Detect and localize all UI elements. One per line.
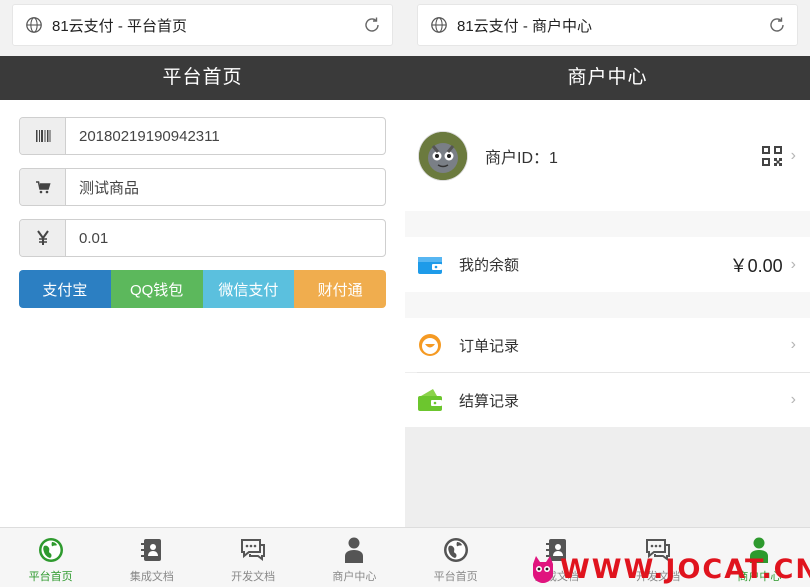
tab-label: 开发文档 xyxy=(231,571,276,583)
chevron-right-icon: › xyxy=(790,391,796,408)
tab-label: 商户中心 xyxy=(332,571,377,583)
cat-logo-icon xyxy=(533,556,553,583)
page-title: 81云支付 - 平台首页 xyxy=(52,17,188,35)
settlement-records-row[interactable]: 结算记录 › xyxy=(405,373,810,427)
reload-icon[interactable] xyxy=(362,15,382,35)
order-number-field[interactable]: 20180219190942311 xyxy=(19,117,386,155)
tab-merchant-center[interactable]: 商户中心 xyxy=(304,528,405,587)
app-header: 商户中心 xyxy=(405,56,810,100)
chevron-right-icon: › xyxy=(790,255,796,273)
tab-label: 集成文档 xyxy=(129,571,174,583)
payment-methods: 支付宝 QQ钱包 微信支付 财付通 xyxy=(19,270,386,308)
yen-icon xyxy=(20,220,66,256)
globe-icon xyxy=(26,17,42,33)
platform-home-screen: 81云支付 - 平台首页 平台首页 20180219190942311 测试商品… xyxy=(0,0,405,587)
avatar xyxy=(419,131,467,180)
alipay-button[interactable]: 支付宝 xyxy=(19,270,111,308)
tab-platform-home[interactable]: 平台首页 xyxy=(405,528,506,587)
user-icon xyxy=(345,537,364,563)
address-book-icon xyxy=(140,539,161,561)
chevron-right-icon: › xyxy=(790,146,796,164)
barcode-icon xyxy=(20,118,66,154)
page-title: 81云支付 - 商户中心 xyxy=(457,17,593,35)
wechat-pay-button[interactable]: 微信支付 xyxy=(202,270,295,308)
product-name-field[interactable]: 测试商品 xyxy=(19,168,386,206)
merchant-profile-row[interactable]: 商户ID：1 › xyxy=(405,100,810,211)
globe-icon xyxy=(443,538,468,562)
reload-icon[interactable] xyxy=(767,15,787,35)
product-name-value: 测试商品 xyxy=(79,179,140,197)
cart-icon xyxy=(20,169,66,205)
site-watermark: WWW.JOCAT.CN xyxy=(530,552,810,586)
tab-label: 平台首页 xyxy=(28,571,73,583)
browser-bar: 81云支付 - 平台首页 xyxy=(0,0,405,56)
chat-bubbles-icon xyxy=(241,539,266,561)
order-records-row[interactable]: 订单记录 › xyxy=(405,318,810,372)
globe-icon xyxy=(431,17,447,33)
globe-icon xyxy=(38,538,63,562)
tab-integration-docs[interactable]: 集成文档 xyxy=(101,528,202,587)
balance-label: 我的余额 xyxy=(459,257,520,274)
section-spacer xyxy=(405,292,810,318)
address-bar[interactable]: 81云支付 - 平台首页 xyxy=(12,4,393,46)
address-bar[interactable]: 81云支付 - 商户中心 xyxy=(417,4,798,46)
qq-wallet-button[interactable]: QQ钱包 xyxy=(110,270,203,308)
order-records-label: 订单记录 xyxy=(459,337,520,355)
tab-label: 平台首页 xyxy=(433,571,478,583)
settlement-wallet-icon xyxy=(417,389,443,411)
settlement-records-label: 结算记录 xyxy=(459,392,520,410)
browser-bar: 81云支付 - 商户中心 xyxy=(405,0,810,56)
tab-platform-home[interactable]: 平台首页 xyxy=(0,528,101,587)
smiley-icon xyxy=(417,334,443,356)
merchant-id: 商户ID：1 xyxy=(485,149,558,167)
watermark-text: WWW.JOCAT.CN xyxy=(560,553,810,585)
chevron-right-icon: › xyxy=(790,336,796,353)
section-spacer xyxy=(405,211,810,237)
tab-dev-docs[interactable]: 开发文档 xyxy=(203,528,304,587)
merchant-center-screen: 81云支付 - 商户中心 商户中心 商户ID：1 › 我的余额 ￥0.00 › … xyxy=(405,0,810,587)
amount-field[interactable]: 0.01 xyxy=(19,219,386,257)
balance-value: ￥0.00 xyxy=(729,255,783,276)
amount-value: 0.01 xyxy=(79,229,109,247)
wallet-icon xyxy=(417,254,443,276)
qr-code-icon[interactable] xyxy=(761,145,783,167)
my-balance-row[interactable]: 我的余额 ￥0.00 › xyxy=(405,237,810,292)
order-number-value: 20180219190942311 xyxy=(79,127,220,145)
app-header: 平台首页 xyxy=(0,56,405,100)
bottom-tab-bar: 平台首页 集成文档 开发文档 商户中心 xyxy=(0,527,405,587)
tenpay-button[interactable]: 财付通 xyxy=(294,270,386,308)
